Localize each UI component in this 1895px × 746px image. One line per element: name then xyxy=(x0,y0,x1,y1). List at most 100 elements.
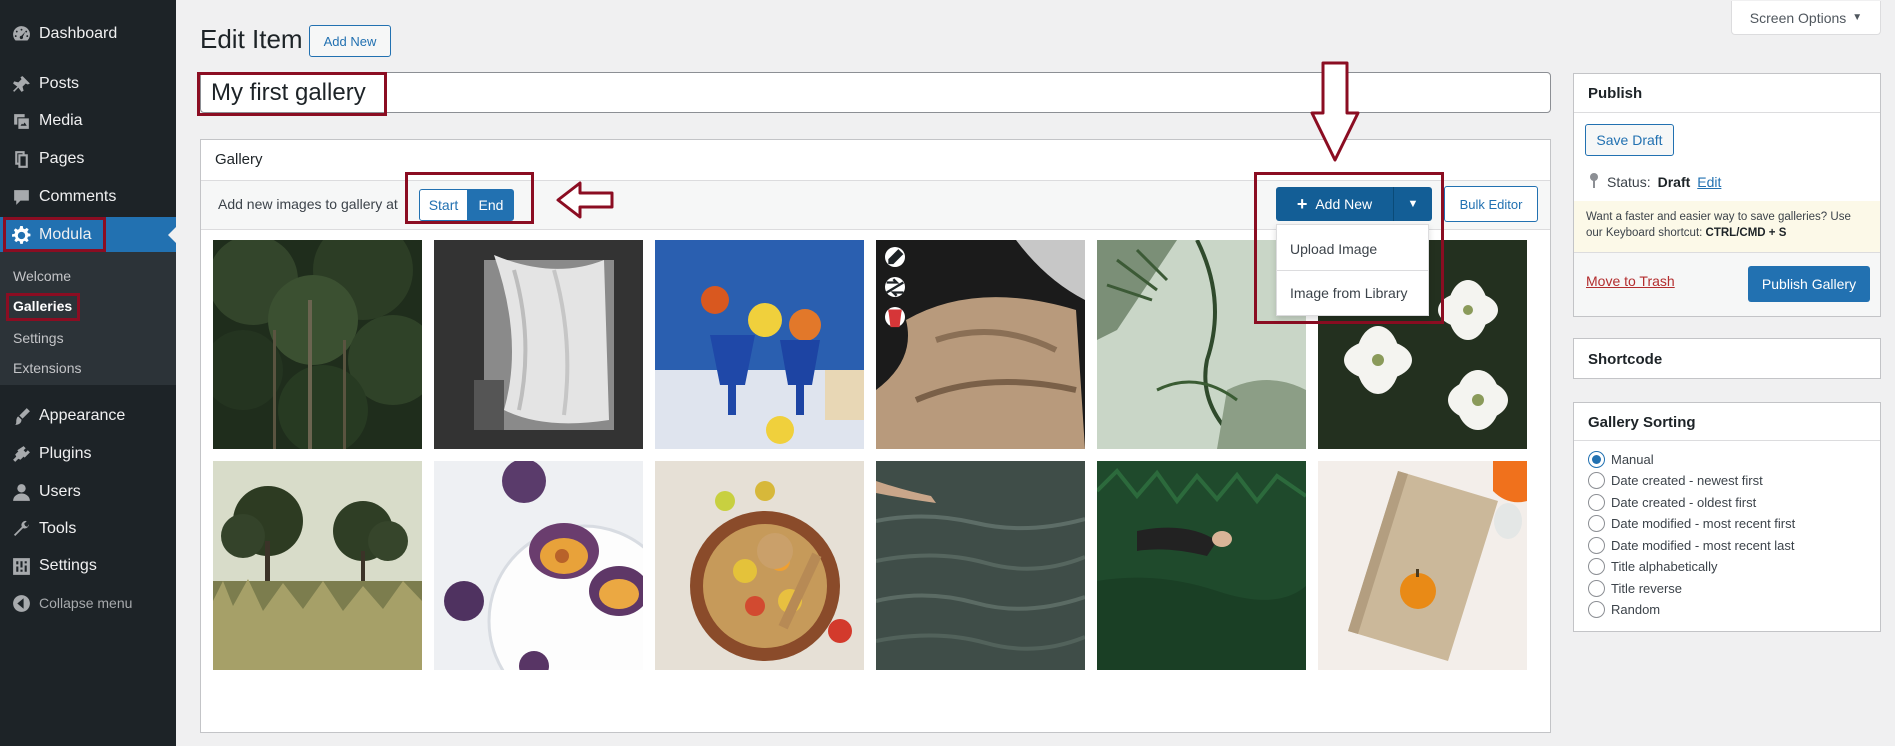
sort-option-title-reverse[interactable]: Title reverse xyxy=(1588,580,1682,597)
sidebar-item-label: Posts xyxy=(39,75,80,92)
submenu-item-extensions[interactable]: Extensions xyxy=(13,360,81,376)
radio-selected[interactable] xyxy=(1588,451,1605,468)
page-title: Edit Item xyxy=(200,24,303,54)
plums-image xyxy=(434,461,643,670)
gallery-image-palm[interactable] xyxy=(1097,240,1306,449)
status-row: Status: Draft Edit xyxy=(1588,172,1721,191)
radio[interactable] xyxy=(1588,558,1605,575)
sidebar-item-plugins[interactable]: Plugins xyxy=(0,436,176,472)
gallery-image-plums[interactable] xyxy=(434,461,643,670)
gallery-image-forest[interactable] xyxy=(213,240,422,449)
sidebar-item-dashboard[interactable]: Dashboard xyxy=(0,16,176,52)
sort-option-modified-recent-first[interactable]: Date modified - most recent first xyxy=(1588,515,1795,532)
radio[interactable] xyxy=(1588,494,1605,511)
brush-icon xyxy=(9,406,33,427)
forest-image xyxy=(213,240,422,449)
bedsheet-image xyxy=(876,240,1085,449)
screen-options-button[interactable]: Screen Options ▼ xyxy=(1731,1,1881,35)
sidebar-item-appearance[interactable]: Appearance xyxy=(0,398,176,434)
add-position-label: Add new images to gallery at xyxy=(218,196,398,212)
curtain-image xyxy=(434,240,643,449)
publish-panel: Publish Save Draft Status: Draft Edit Wa… xyxy=(1573,73,1881,317)
image-from-library-menu-item[interactable]: Image from Library xyxy=(1290,285,1407,301)
sidebar-item-users[interactable]: Users xyxy=(0,474,176,510)
delete-image-icon[interactable] xyxy=(885,307,905,327)
gallery-image-book[interactable] xyxy=(1318,461,1527,670)
pages-icon xyxy=(9,149,33,170)
sidebar-item-label: Plugins xyxy=(39,445,92,462)
palm-shadow-image xyxy=(1097,240,1306,449)
fruit-bowl-image xyxy=(655,461,864,670)
radio[interactable] xyxy=(1588,537,1605,554)
bulk-editor-button[interactable]: Bulk Editor xyxy=(1444,186,1538,222)
collapse-menu-label: Collapse menu xyxy=(39,595,133,611)
sort-option-title-alpha[interactable]: Title alphabetically xyxy=(1588,558,1717,575)
sidebar-item-media[interactable]: Media xyxy=(0,103,176,139)
sort-option-manual[interactable]: Manual xyxy=(1588,451,1654,468)
gallery-image-fruit-bowl[interactable] xyxy=(655,461,864,670)
gallery-image-person-grass[interactable] xyxy=(1097,461,1306,670)
person-in-grass-image xyxy=(1097,461,1306,670)
sort-option-label: Date modified - most recent first xyxy=(1611,516,1796,531)
add-new-main-button[interactable]: + Add New xyxy=(1276,187,1394,221)
upload-image-menu-item[interactable]: Upload Image xyxy=(1290,241,1377,257)
gallery-image-curtain[interactable] xyxy=(434,240,643,449)
save-draft-button[interactable]: Save Draft xyxy=(1585,124,1674,156)
plus-icon: + xyxy=(1296,193,1308,214)
sidebar-item-tools[interactable]: Tools xyxy=(0,511,176,547)
gallery-image-water[interactable] xyxy=(876,461,1085,670)
plug-icon xyxy=(9,444,33,465)
sort-option-label: Date created - newest first xyxy=(1611,473,1763,488)
sidebar-item-comments[interactable]: Comments xyxy=(0,179,176,215)
sort-option-label: Manual xyxy=(1611,452,1654,467)
sidebar-item-label: Comments xyxy=(39,188,117,205)
sidebar-item-label: Tools xyxy=(39,520,77,537)
move-to-trash-link[interactable]: Move to Trash xyxy=(1586,273,1675,289)
sort-option-random[interactable]: Random xyxy=(1588,601,1660,618)
gallery-image-glasses[interactable] xyxy=(655,240,864,449)
add-at-start-toggle[interactable]: Start xyxy=(419,189,468,221)
submenu-item-welcome[interactable]: Welcome xyxy=(13,268,71,284)
sorting-title: Gallery Sorting xyxy=(1588,414,1696,431)
sidebar-item-pages[interactable]: Pages xyxy=(0,141,176,177)
sort-option-modified-recent-last[interactable]: Date modified - most recent last xyxy=(1588,537,1795,554)
sidebar-item-posts[interactable]: Posts xyxy=(0,66,176,102)
sort-option-created-newest[interactable]: Date created - newest first xyxy=(1588,472,1763,489)
media-icon xyxy=(9,111,33,132)
gallery-toolbar: Add new images to gallery at Start End +… xyxy=(201,180,1550,230)
radio[interactable] xyxy=(1588,601,1605,618)
publish-gallery-button[interactable]: Publish Gallery xyxy=(1748,266,1870,302)
sort-option-label: Date created - oldest first xyxy=(1611,495,1757,510)
sidebar-item-label: Modula xyxy=(39,226,92,243)
submenu-item-galleries[interactable]: Galleries xyxy=(13,298,72,314)
radio[interactable] xyxy=(1588,515,1605,532)
add-new-item-button[interactable]: Add New xyxy=(309,25,391,57)
collapse-menu-button[interactable]: Collapse menu xyxy=(0,585,176,621)
publish-title: Publish xyxy=(1588,85,1643,102)
add-at-end-toggle[interactable]: End xyxy=(468,189,514,221)
radio[interactable] xyxy=(1588,580,1605,597)
annotation-arrow-left xyxy=(556,181,614,219)
sidebar-item-settings[interactable]: Settings xyxy=(0,548,176,584)
add-new-dropdown-toggle[interactable]: ▼ xyxy=(1394,187,1432,221)
sort-option-label: Title reverse xyxy=(1611,581,1683,596)
shortcode-panel[interactable]: Shortcode xyxy=(1573,338,1881,379)
gallery-image-grass-trees[interactable] xyxy=(213,461,422,670)
admin-sidebar: Dashboard Posts Media Pages Comments Mod… xyxy=(0,0,176,746)
gallery-image-bedsheet[interactable] xyxy=(876,240,1085,449)
sort-option-created-oldest[interactable]: Date created - oldest first xyxy=(1588,494,1756,511)
pin-icon xyxy=(9,74,33,95)
grass-trees-image xyxy=(213,461,422,670)
collapse-icon xyxy=(9,593,33,614)
add-new-images-button[interactable]: + Add New ▼ xyxy=(1276,187,1432,221)
water-hand-image xyxy=(876,461,1085,670)
sidebar-item-modula[interactable]: Modula xyxy=(0,217,176,253)
annotation-arrow-down xyxy=(1310,61,1360,162)
gear-icon xyxy=(9,225,33,246)
radio[interactable] xyxy=(1588,472,1605,489)
submenu-item-settings[interactable]: Settings xyxy=(13,330,64,346)
publish-actions: Move to Trash Publish Gallery xyxy=(1574,252,1880,316)
status-edit-link[interactable]: Edit xyxy=(1697,174,1721,190)
panel-divider xyxy=(1574,112,1880,113)
gallery-heading: Gallery xyxy=(215,151,263,168)
